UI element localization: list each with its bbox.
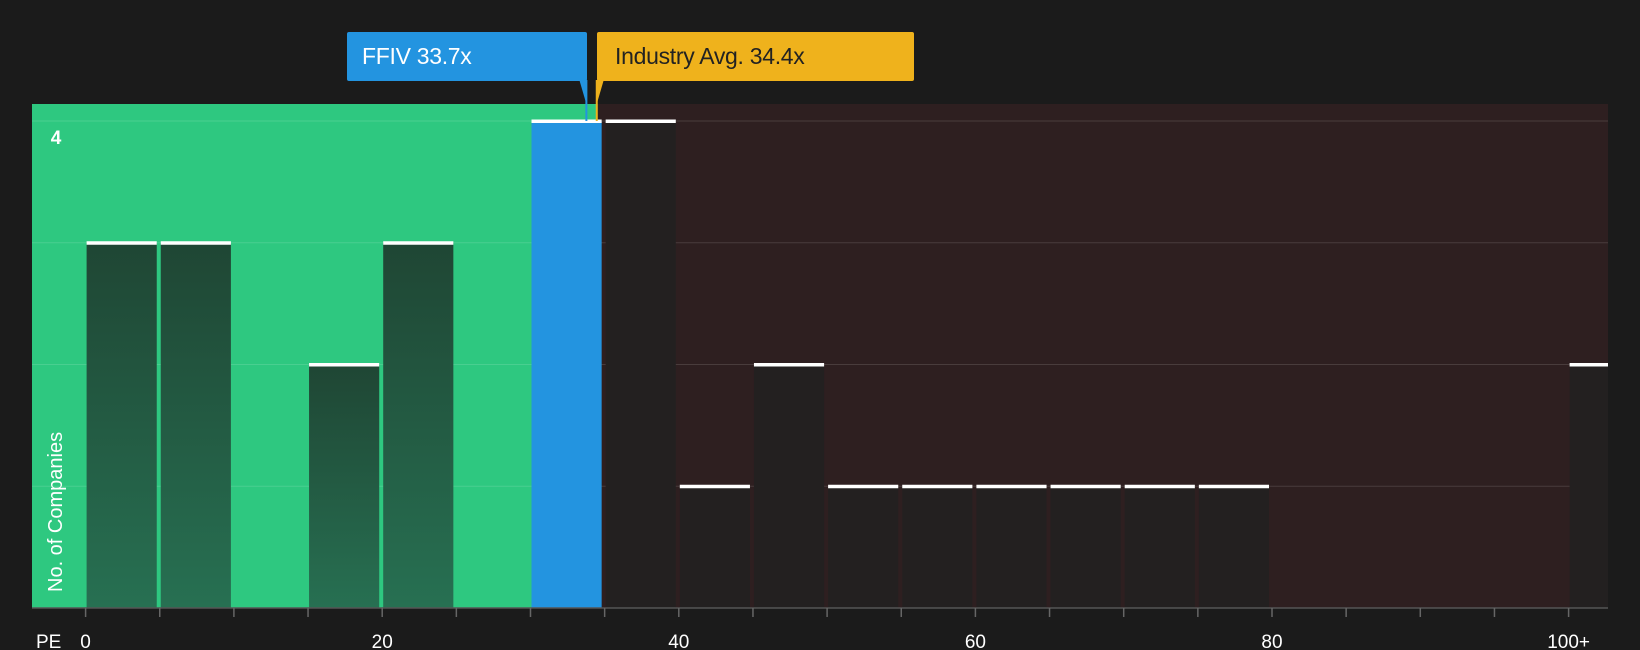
bar-top-cap <box>1050 484 1121 489</box>
histogram-bar <box>1198 486 1269 608</box>
bar-top-cap <box>976 484 1047 489</box>
bar-top-cap <box>902 484 973 489</box>
histogram-bar <box>753 364 825 608</box>
company-pe-callout: FFIV 33.7x <box>347 32 587 81</box>
bar-top-cap <box>605 119 676 123</box>
x-tick-label: 20 <box>372 632 393 650</box>
histogram-bar <box>679 486 750 608</box>
histogram-bar <box>605 121 676 608</box>
histogram-bar <box>1050 486 1121 608</box>
bar-top-cap <box>383 241 454 245</box>
x-tick-label: 80 <box>1261 632 1282 650</box>
bar-top-cap <box>1124 484 1195 489</box>
bar-top-cap <box>1569 363 1608 367</box>
bar-top-cap <box>679 484 750 489</box>
bar-top-cap <box>309 363 380 367</box>
y-axis-label: No. of Companies <box>45 432 67 592</box>
histogram-bar <box>383 242 454 608</box>
bar-top-cap <box>160 241 231 245</box>
bar-top-cap <box>828 484 899 489</box>
company-callout-pointer <box>579 80 587 104</box>
histogram-bar <box>1569 364 1608 608</box>
bar-top-cap <box>86 241 157 245</box>
company-bin-bar <box>531 121 602 608</box>
x-tick-label: 0 <box>80 632 91 650</box>
bar-top-cap <box>1198 484 1269 489</box>
histogram-bar <box>1124 486 1195 608</box>
histogram-bar <box>160 242 231 608</box>
y-tick-label: 4 <box>51 128 62 149</box>
x-tick-label: 40 <box>668 632 689 650</box>
industry-average-callout: Industry Avg. 34.4x <box>597 32 914 81</box>
x-tick-label: 60 <box>965 632 986 650</box>
x-tick-label: 100+ <box>1547 632 1590 650</box>
histogram-bar <box>828 486 899 608</box>
bar-top-cap <box>753 363 825 367</box>
industry-callout-pointer <box>596 80 604 104</box>
x-axis-label: PE <box>36 632 61 650</box>
histogram-bar <box>976 486 1047 608</box>
pe-distribution-chart: 0 20 40 60 80 100+ PE No. of Companies 4 <box>32 80 1608 650</box>
histogram-bar <box>902 486 973 608</box>
histogram-bar <box>86 242 157 608</box>
bar-top-cap <box>531 119 602 123</box>
histogram-bar <box>309 364 380 608</box>
